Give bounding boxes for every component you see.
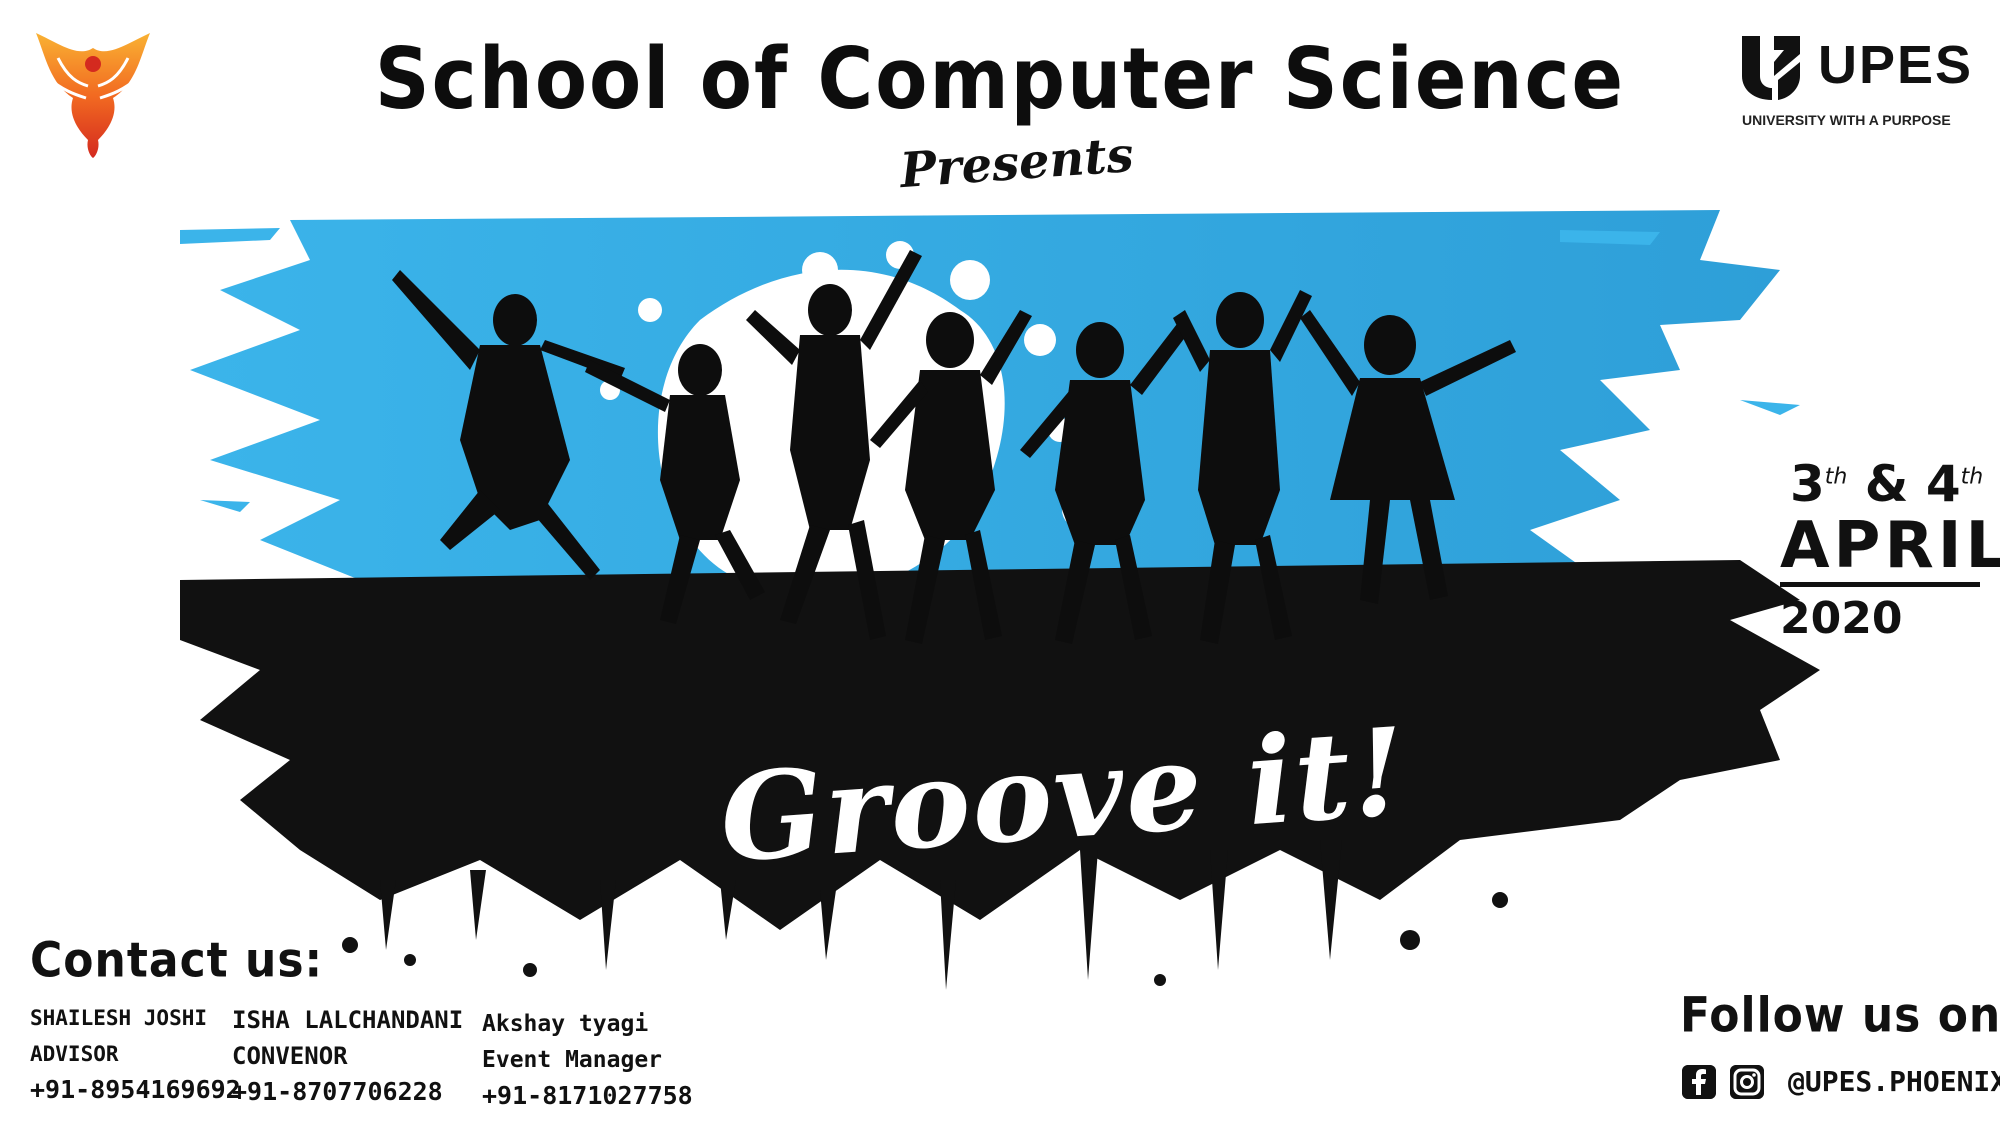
instagram-icon[interactable] (1730, 1065, 1764, 1099)
event-month: APRIL (1780, 512, 2000, 588)
contact-role: CONVENOR (232, 1042, 348, 1070)
contact-card: SHAILESH JOSHI ADVISOR +91-8954169692 (30, 1000, 241, 1108)
follow-heading: Follow us on: (1680, 987, 2000, 1044)
day-1-suffix: th (1824, 464, 1848, 490)
day-2-suffix: th (1960, 464, 1984, 490)
contact-phone[interactable]: +91-8954169692 (30, 1072, 241, 1108)
contact-role: Event Manager (482, 1047, 663, 1073)
contact-phone[interactable]: +91-8707706228 (232, 1074, 463, 1110)
contact-role: ADVISOR (30, 1042, 119, 1066)
contact-phone[interactable]: +91-8171027758 (482, 1078, 693, 1114)
upes-tagline: UNIVERSITY WITH A PURPOSE (1742, 112, 1951, 128)
presents-text: Presents (898, 126, 1136, 200)
day-connector: & (1864, 455, 1909, 513)
event-year: 2020 (1780, 593, 1903, 645)
dancers-artwork (180, 210, 1820, 990)
upes-mark-icon (1742, 36, 1800, 100)
contact-name: Akshay tyagi (482, 1011, 649, 1037)
event-days: 3th & 4th (1780, 455, 1983, 513)
contact-name: ISHA LALCHANDANI (232, 1006, 464, 1034)
contact-card: Akshay tyagi Event Manager +91-817102775… (482, 1006, 693, 1114)
contact-name: SHAILESH JOSHI (30, 1006, 208, 1030)
contact-heading: Contact us: (30, 932, 324, 989)
upes-logo: UPES UNIVERSITY WITH A PURPOSE (1740, 32, 1980, 132)
facebook-icon[interactable] (1682, 1065, 1716, 1099)
page-title: School of Computer Science (374, 28, 1626, 129)
day-2: 4 (1925, 455, 1961, 513)
contact-card: ISHA LALCHANDANI CONVENOR +91-8707706228 (232, 1002, 463, 1110)
day-1: 3 (1790, 455, 1825, 513)
social-handle[interactable]: @UPES.PHOENIX (1788, 1065, 2000, 1098)
event-date: 3th & 4th APRIL 2020 (1780, 455, 2000, 645)
upes-name: UPES (1818, 35, 1974, 95)
